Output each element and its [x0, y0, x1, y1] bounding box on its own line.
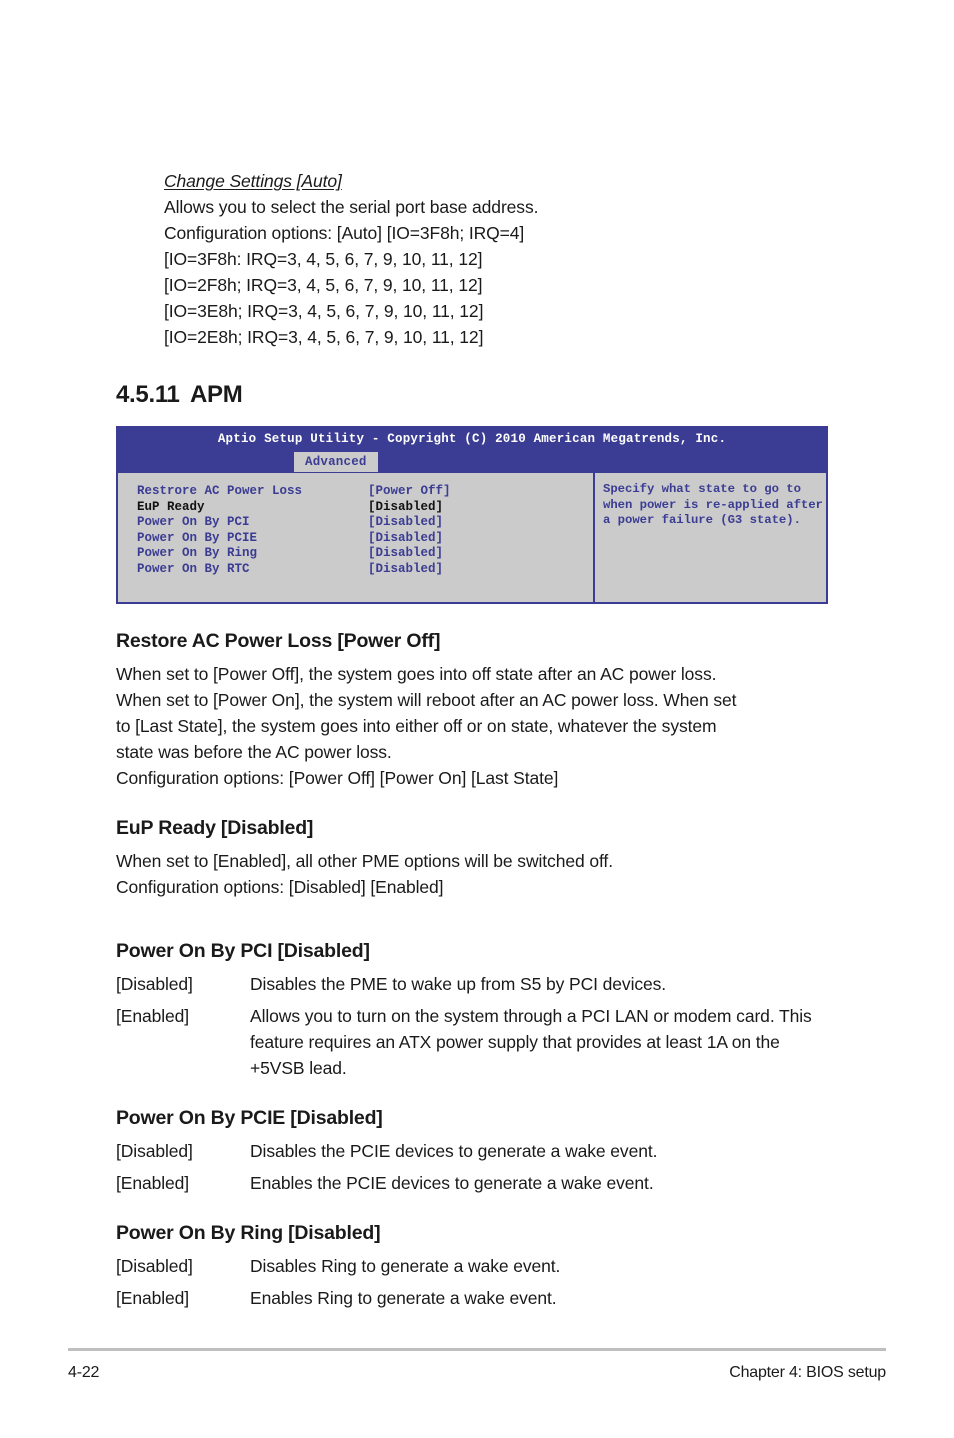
bios-body: Restrore AC Power Loss [Power Off] EuP R…	[116, 472, 828, 604]
paragraph-line: to [Last State], the system goes into ei…	[116, 716, 717, 736]
definition-description: Allows you to turn on the system through…	[250, 1006, 812, 1078]
definition-row: [Enabled] Enables the PCIE devices to ge…	[116, 1170, 838, 1196]
definition-description: Disables the PCIE devices to generate a …	[250, 1141, 658, 1161]
setting-label: Power On By Ring	[137, 546, 258, 560]
section-heading: 4.5.11 APM	[116, 381, 838, 409]
definition-list-ring: [Disabled] Disables Ring to generate a w…	[116, 1253, 838, 1311]
change-settings-desc: Allows you to select the serial port bas…	[164, 197, 539, 217]
paragraph-eup-ready: When set to [Enabled], all other PME opt…	[116, 848, 838, 900]
config-option-3f8: [IO=3F8h: IRQ=3, 4, 5, 6, 7, 9, 10, 11, …	[164, 249, 483, 269]
setting-label: Power On By PCI	[137, 515, 250, 529]
bios-settings-panel: Restrore AC Power Loss [Power Off] EuP R…	[118, 473, 595, 602]
setting-row[interactable]: Power On By RTC [Disabled]	[137, 562, 593, 578]
subheading-power-on-by-ring: Power On By Ring [Disabled]	[116, 1222, 381, 1244]
setting-row[interactable]: Power On By PCIE [Disabled]	[137, 531, 593, 547]
paragraph-restore-ac-power-loss: When set to [Power Off], the system goes…	[116, 661, 838, 791]
footer-divider	[68, 1348, 886, 1351]
help-text-line: when power is re-applied after	[603, 497, 823, 512]
page-content: Change Settings [Auto] Allows you to sel…	[116, 168, 838, 1317]
section-title: APM	[190, 381, 243, 408]
definition-row: [Disabled] Disables Ring to generate a w…	[116, 1253, 838, 1279]
setting-row[interactable]: EuP Ready [Disabled]	[137, 500, 593, 516]
paragraph-line: When set to [Enabled], all other PME opt…	[116, 851, 613, 871]
setting-label: Restrore AC Power Loss	[137, 484, 303, 498]
section-number: 4.5.11	[116, 381, 180, 408]
setting-row[interactable]: Restrore AC Power Loss [Power Off]	[137, 484, 593, 500]
definition-description: Enables the PCIE devices to generate a w…	[250, 1173, 654, 1193]
setting-label: EuP Ready	[137, 499, 205, 514]
bios-titlebar: Aptio Setup Utility - Copyright (C) 2010…	[116, 426, 828, 452]
paragraph-line: Configuration options: [Power Off] [Powe…	[116, 768, 559, 788]
definition-term: [Enabled]	[116, 1006, 190, 1026]
definition-row: [Disabled] Disables the PCIE devices to …	[116, 1138, 838, 1164]
setting-value[interactable]: [Power Off]	[368, 484, 451, 500]
bios-title: Aptio Setup Utility - Copyright (C) 2010…	[217, 432, 727, 446]
definition-row: [Disabled] Disables the PME to wake up f…	[116, 971, 838, 997]
definition-row: [Enabled] Allows you to turn on the syst…	[116, 1003, 838, 1081]
definition-description: Enables Ring to generate a wake event.	[250, 1288, 557, 1308]
subheading-power-on-by-pcie: Power On By PCIE [Disabled]	[116, 1107, 383, 1129]
help-text-line: a power failure (G3 state).	[603, 513, 801, 527]
setting-value[interactable]: [Disabled]	[368, 515, 443, 531]
definition-list-pcie: [Disabled] Disables the PCIE devices to …	[116, 1138, 838, 1196]
config-option-2f8: [IO=2F8h; IRQ=3, 4, 5, 6, 7, 9, 10, 11, …	[164, 275, 483, 295]
subheading-power-on-by-pci: Power On By PCI [Disabled]	[116, 940, 370, 962]
bios-screen: Aptio Setup Utility - Copyright (C) 2010…	[116, 426, 828, 604]
setting-value[interactable]: [Disabled]	[368, 531, 443, 547]
definition-description: Disables the PME to wake up from S5 by P…	[250, 974, 667, 994]
definition-term: [Disabled]	[116, 1256, 193, 1276]
paragraph-line: Configuration options: [Disabled] [Enabl…	[116, 877, 444, 897]
subheading-restore-ac-power-loss: Restore AC Power Loss [Power Off]	[116, 630, 441, 652]
definition-term: [Disabled]	[116, 1141, 193, 1161]
config-option-2e8: [IO=2E8h; IRQ=3, 4, 5, 6, 7, 9, 10, 11, …	[164, 327, 484, 347]
footer-page-number: 4-22	[68, 1364, 100, 1381]
config-option-3e8: [IO=3E8h; IRQ=3, 4, 5, 6, 7, 9, 10, 11, …	[164, 301, 484, 321]
definition-row: [Enabled] Enables Ring to generate a wak…	[116, 1285, 838, 1311]
definition-term: [Enabled]	[116, 1173, 190, 1193]
subheading-eup-ready: EuP Ready [Disabled]	[116, 817, 314, 839]
definition-description: Disables Ring to generate a wake event.	[250, 1256, 561, 1276]
setting-row[interactable]: Power On By PCI [Disabled]	[137, 515, 593, 531]
setting-label: Power On By RTC	[137, 561, 250, 576]
tab-advanced[interactable]: Advanced	[294, 452, 378, 472]
help-text-line: Specify what state to go to	[603, 482, 801, 496]
definition-term: [Disabled]	[116, 974, 193, 994]
page-footer: 4-22 Chapter 4: BIOS setup	[68, 1364, 886, 1382]
definition-list-pci: [Disabled] Disables the PME to wake up f…	[116, 971, 838, 1081]
change-settings-block: Change Settings [Auto] Allows you to sel…	[164, 168, 838, 350]
paragraph-line: When set to [Power On], the system will …	[116, 690, 737, 710]
setting-value[interactable]: [Disabled]	[368, 500, 443, 516]
bios-help-panel: Specify what state to go to when power i…	[595, 473, 826, 602]
definition-term: [Enabled]	[116, 1288, 190, 1308]
paragraph-line: When set to [Power Off], the system goes…	[116, 664, 717, 684]
setting-row[interactable]: Power On By Ring [Disabled]	[137, 546, 593, 562]
paragraph-line: state was before the AC power loss.	[116, 742, 392, 762]
document-page: Change Settings [Auto] Allows you to sel…	[0, 0, 954, 1438]
change-settings-title: Change Settings [Auto]	[164, 171, 342, 191]
bios-tab-row: Advanced	[116, 452, 828, 472]
setting-value[interactable]: [Disabled]	[368, 546, 443, 562]
setting-label: Power On By PCIE	[137, 530, 258, 545]
footer-chapter-label: Chapter 4: BIOS setup	[729, 1364, 886, 1381]
setting-value[interactable]: [Disabled]	[368, 562, 443, 578]
config-options-line: Configuration options: [Auto] [IO=3F8h; …	[164, 223, 525, 243]
